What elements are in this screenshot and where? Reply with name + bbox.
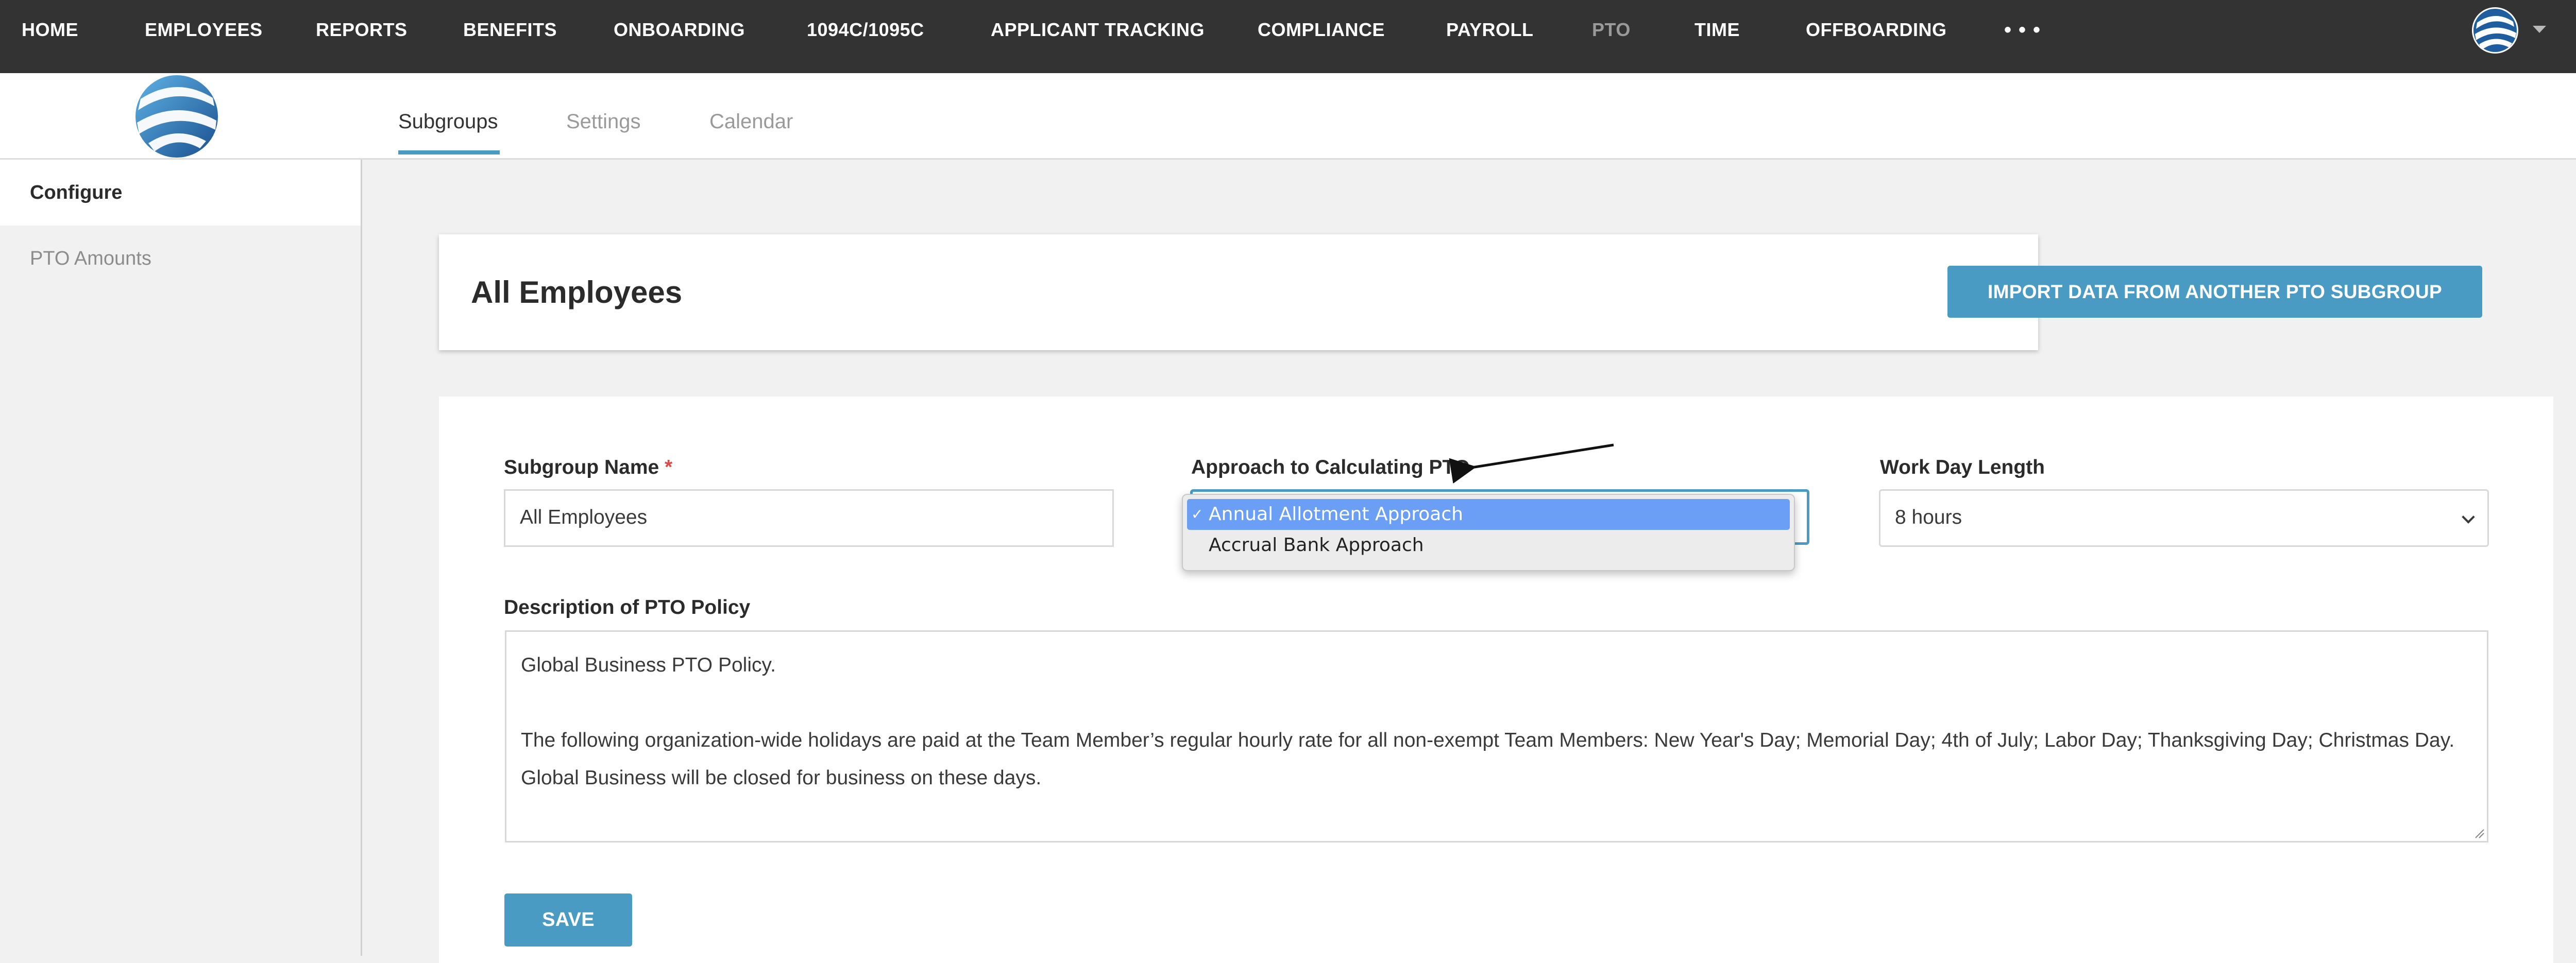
account-chevron-down-icon[interactable] [2533, 26, 2546, 33]
nav-item-offboarding[interactable]: OFFBOARDING [1806, 0, 1946, 60]
annotation-arrow-icon [1449, 443, 1614, 484]
import-data-button[interactable]: IMPORT DATA FROM ANOTHER PTO SUBGROUP [1947, 266, 2482, 318]
save-button[interactable]: SAVE [504, 893, 632, 947]
option-annual-allotment[interactable]: ✓ Annual Allotment Approach [1187, 499, 1790, 530]
nav-item-payroll[interactable]: PAYROLL [1446, 0, 1534, 60]
tab-subgroups[interactable]: Subgroups [398, 110, 498, 133]
work-day-length-label: Work Day Length [1880, 456, 2045, 478]
nav-item-benefits[interactable]: BENEFITS [463, 0, 557, 60]
nav-item-compliance[interactable]: COMPLIANCE [1258, 0, 1385, 60]
check-icon: ✓ [1191, 506, 1204, 523]
description-line: The following organization-wide holidays… [521, 729, 2455, 751]
option-accrual-bank[interactable]: Accrual Bank Approach [1187, 530, 1790, 561]
description-line: Global Business will be closed for busin… [521, 767, 1042, 789]
company-globe-logo [135, 75, 218, 158]
work-day-length-select[interactable]: 8 hours [1879, 489, 2489, 547]
description-line: Global Business PTO Policy. [521, 654, 776, 676]
nav-item-applicant-tracking[interactable]: APPLICANT TRACKING [991, 0, 1205, 60]
page-title: All Employees [471, 275, 683, 309]
sidebar: Configure PTO Amounts [0, 160, 362, 956]
nav-item-reports[interactable]: REPORTS [316, 0, 408, 60]
nav-item-time[interactable]: TIME [1694, 0, 1740, 60]
nav-item-pto[interactable]: PTO [1592, 0, 1631, 60]
user-avatar[interactable] [2472, 7, 2518, 54]
subgroup-name-label: Subgroup Name * [504, 456, 672, 479]
nav-item-1094c-1095c[interactable]: 1094C/1095C [807, 0, 924, 60]
pto-policy-description-textarea[interactable]: Global Business PTO Policy. The followin… [505, 630, 2488, 842]
chevron-down-icon [2462, 510, 2475, 524]
nav-item-home[interactable]: HOME [22, 0, 78, 60]
approach-dropdown-menu: ✓ Annual Allotment Approach Accrual Bank… [1182, 494, 1795, 571]
subgroup-name-label-text: Subgroup Name [504, 456, 659, 478]
nav-item-employees[interactable]: EMPLOYEES [145, 0, 263, 60]
more-menu-button[interactable]: ••• [2004, 0, 2047, 60]
option-annual-allotment-label: Annual Allotment Approach [1209, 504, 1463, 525]
subgroup-header-card: All Employees IMPORT DATA FROM ANOTHER P… [439, 234, 2482, 350]
description-label: Description of PTO Policy [504, 596, 751, 618]
resize-handle-icon[interactable] [2473, 828, 2485, 839]
work-day-length-value: 8 hours [1895, 506, 1962, 528]
tab-calendar[interactable]: Calendar [709, 110, 793, 133]
option-accrual-bank-label: Accrual Bank Approach [1209, 535, 1424, 556]
subgroup-name-input[interactable]: All Employees [504, 489, 1114, 547]
sidebar-item-configure[interactable]: Configure [0, 160, 361, 226]
active-tab-indicator [398, 150, 500, 154]
sidebar-item-pto-amounts[interactable]: PTO Amounts [0, 226, 361, 291]
top-navigation-bar: HOME EMPLOYEES REPORTS BENEFITS ONBOARDI… [0, 0, 2576, 73]
nav-item-onboarding[interactable]: ONBOARDING [614, 0, 745, 60]
required-marker: * [665, 456, 673, 478]
sub-header: Subgroups Settings Calendar [0, 73, 2576, 160]
description-line-blank [521, 684, 2471, 721]
globe-logo-icon [2473, 9, 2517, 52]
tab-settings[interactable]: Settings [566, 110, 641, 133]
